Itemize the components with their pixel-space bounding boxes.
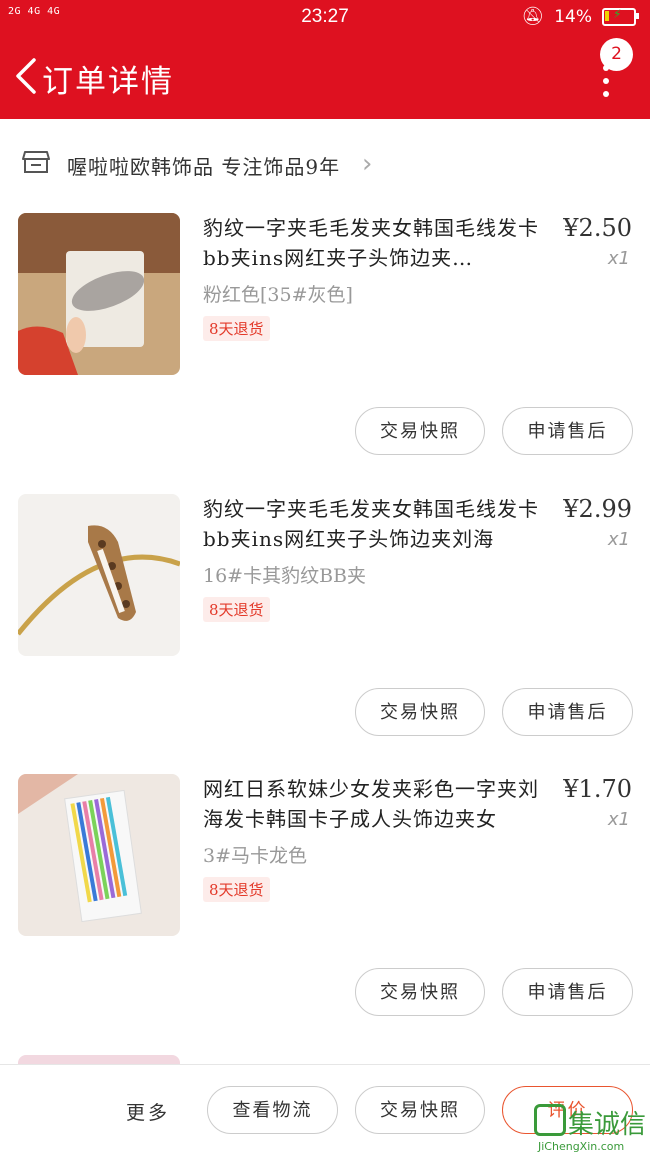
product-title[interactable]: 豹纹一字夹毛毛发夹女韩国毛线发卡bb夹ins网红夹子头饰边夹刘海 [203, 494, 555, 554]
status-bar: 2G 4G 4G 23:27 🔕︎ 14% ⚡︎ [0, 0, 650, 34]
snapshot-button[interactable]: 交易快照 [355, 968, 485, 1016]
return-policy-tag: 8天退货 [203, 316, 270, 341]
product-qty: x1 [607, 529, 630, 550]
product-title[interactable]: 网红日系软妹少女发夹彩色一字夹刘海发卡韩国卡子成人头饰边夹女 [203, 774, 555, 834]
watermark-url: JiChengXin.com [538, 1140, 625, 1153]
product-price: ¥1.70 [563, 775, 632, 803]
battery-fill [605, 10, 609, 21]
status-right: 🔕︎ 14% ⚡︎ [521, 6, 639, 27]
store-icon [22, 151, 50, 173]
watermark-logo-icon [534, 1104, 566, 1136]
watermark-text: 集诚信 [568, 1110, 647, 1140]
watermark: 集诚信 JiChengXin.com [534, 1104, 650, 1155]
battery-percent: 14% [554, 6, 592, 27]
chevron-left-icon [16, 58, 36, 94]
return-policy-tag: 8天退货 [203, 597, 270, 622]
product-image[interactable] [18, 494, 180, 656]
shop-name: 喔啦啦欧韩饰品 专注饰品9年 [67, 155, 341, 179]
after-sales-button[interactable]: 申请售后 [502, 968, 633, 1016]
product-price: ¥2.99 [563, 495, 632, 523]
more-button[interactable]: 更多 [126, 1098, 170, 1125]
product-variant: 粉红色[35#灰色] [203, 284, 353, 306]
snapshot-button[interactable]: 交易快照 [355, 1086, 485, 1134]
bell-muted-icon: 🔕︎ [521, 6, 545, 27]
more-vertical-icon[interactable] [596, 65, 616, 97]
snapshot-button[interactable]: 交易快照 [355, 688, 485, 736]
battery-icon: ⚡︎ [602, 6, 639, 26]
order-item[interactable]: 豹纹一字夹毛毛发夹女韩国毛线发卡bb夹ins网红夹子头饰边夹刘海 ¥2.99 x… [0, 494, 650, 774]
product-variant: 3#马卡龙色 [203, 845, 308, 867]
product-variant: 16#卡其豹纹BB夹 [203, 565, 367, 587]
product-qty: x1 [607, 248, 630, 269]
product-title[interactable]: 豹纹一字夹毛毛发夹女韩国毛线发卡bb夹ins网红夹子头饰边夹… [203, 213, 555, 273]
order-item[interactable]: 豹纹一字夹毛毛发夹女韩国毛线发卡bb夹ins网红夹子头饰边夹… ¥2.50 x1… [0, 213, 650, 493]
chevron-right-icon: › [362, 149, 373, 179]
after-sales-button[interactable]: 申请售后 [502, 407, 633, 455]
charging-icon: ⚡︎ [613, 6, 622, 21]
product-image[interactable] [18, 774, 180, 936]
product-price: ¥2.50 [563, 214, 632, 242]
product-image[interactable] [18, 213, 180, 375]
after-sales-button[interactable]: 申请售后 [502, 688, 633, 736]
app-header: 2G 4G 4G 23:27 🔕︎ 14% ⚡︎ 订单详情 2 [0, 0, 650, 119]
view-logistics-button[interactable]: 查看物流 [207, 1086, 338, 1134]
shop-row[interactable]: 喔啦啦欧韩饰品 专注饰品9年 › [0, 137, 650, 191]
back-button[interactable] [12, 56, 42, 96]
product-qty: x1 [607, 809, 630, 830]
order-item[interactable]: 网红日系软妹少女发夹彩色一字夹刘海发卡韩国卡子成人头饰边夹女 ¥1.70 x1 … [0, 774, 650, 1054]
return-policy-tag: 8天退货 [203, 877, 270, 902]
snapshot-button[interactable]: 交易快照 [355, 407, 485, 455]
page-title: 订单详情 [42, 64, 174, 100]
